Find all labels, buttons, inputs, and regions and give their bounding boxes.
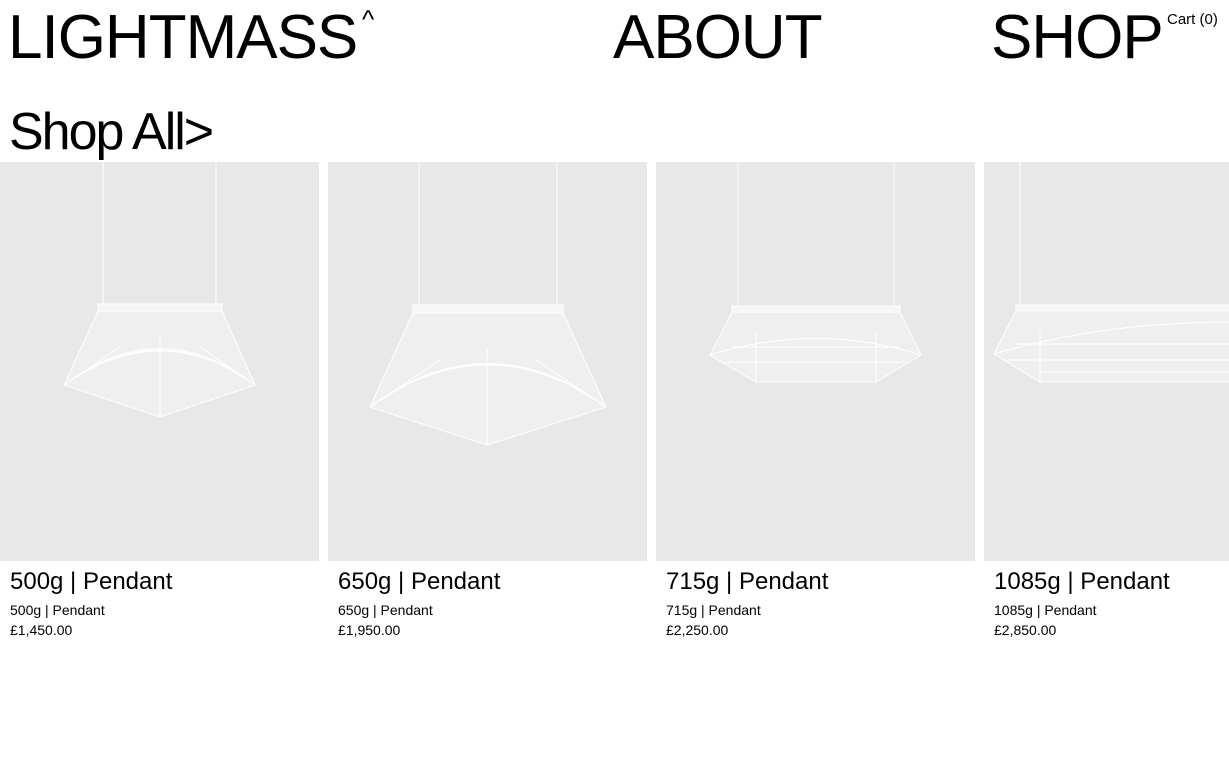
shop-all-heading[interactable]: Shop All>	[9, 100, 214, 164]
brand-logo[interactable]: LIGHTMASS	[8, 2, 358, 74]
product-price: £2,250.00	[666, 622, 729, 638]
product-card[interactable]: 715g | Pendant 715g | Pendant £2,250.00	[656, 162, 975, 662]
product-card[interactable]: 500g | Pendant 500g | Pendant £1,450.00	[0, 162, 319, 662]
product-card[interactable]: 650g | Pendant 650g | Pendant £1,950.00	[328, 162, 647, 662]
product-subtitle: 1085g | Pendant	[994, 602, 1097, 618]
pendant-lamp-image[interactable]	[328, 162, 647, 561]
pendant-lamp-image[interactable]	[984, 162, 1229, 561]
pendant-lamp-image[interactable]	[656, 162, 975, 561]
product-price: £1,950.00	[338, 622, 401, 638]
product-name[interactable]: 1085g | Pendant	[994, 566, 1170, 598]
brand-caret-icon: ^	[362, 4, 375, 34]
pendant-lamp-icon	[993, 162, 1229, 383]
pendant-lamp-icon	[63, 162, 256, 418]
product-subtitle: 650g | Pendant	[338, 602, 433, 618]
site-header: LIGHTMASS ^ ABOUT SHOP Cart (0)	[0, 0, 1229, 80]
cart-link[interactable]: Cart (0)	[1167, 11, 1218, 29]
product-price: £1,450.00	[10, 622, 73, 638]
product-subtitle: 715g | Pendant	[666, 602, 761, 618]
product-grid: 500g | Pendant 500g | Pendant £1,450.00	[0, 162, 1229, 662]
product-name[interactable]: 715g | Pendant	[666, 566, 828, 598]
product-name[interactable]: 650g | Pendant	[338, 566, 500, 598]
product-subtitle: 500g | Pendant	[10, 602, 105, 618]
pendant-lamp-image[interactable]	[0, 162, 319, 561]
pendant-lamp-icon	[369, 162, 607, 446]
nav-shop-link[interactable]: SHOP	[991, 2, 1164, 74]
nav-about-link[interactable]: ABOUT	[613, 2, 823, 74]
pendant-lamp-icon	[709, 162, 922, 383]
product-card[interactable]: 1085g | Pendant 1085g | Pendant £2,850.0…	[984, 162, 1229, 662]
product-price: £2,850.00	[994, 622, 1057, 638]
product-name[interactable]: 500g | Pendant	[10, 566, 172, 598]
